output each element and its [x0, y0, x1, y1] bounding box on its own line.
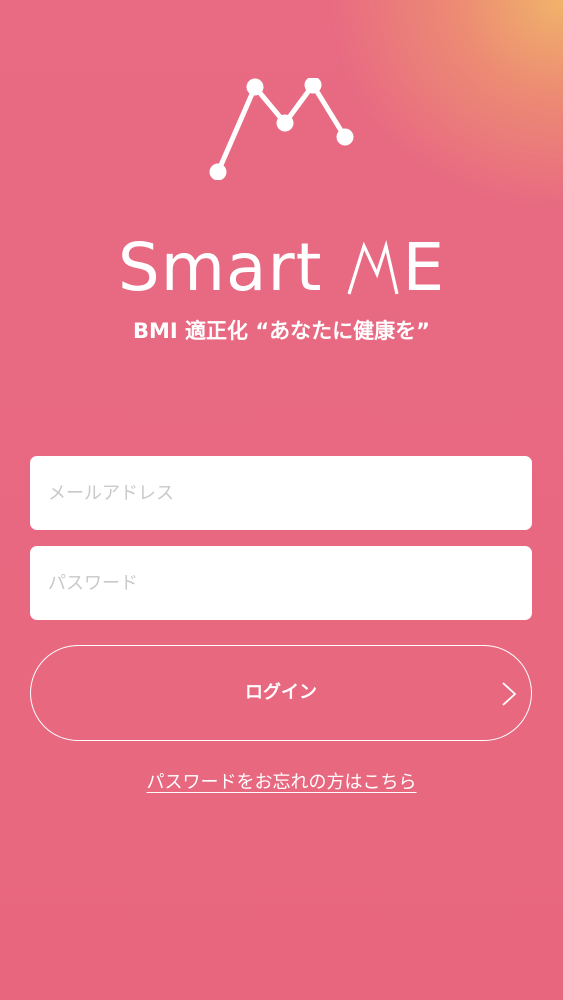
brand-m-glyph-icon	[347, 240, 400, 295]
graph-m-icon	[209, 78, 354, 180]
password-field[interactable]	[30, 546, 532, 620]
brand-name: Smart E	[0, 228, 563, 308]
password-field-container	[30, 546, 532, 620]
chevron-right-icon	[502, 682, 517, 706]
login-button[interactable]: ログイン	[30, 645, 532, 741]
brand-name-suffix: E	[402, 229, 446, 306]
forgot-password-container: パスワードをお忘れの方はこちら	[0, 768, 563, 798]
tagline: BMI 適正化 “あなたに健康を”	[133, 319, 430, 343]
forgot-password-link[interactable]: パスワードをお忘れの方はこちら	[147, 772, 417, 793]
email-field-container	[30, 456, 532, 530]
login-button-label: ログイン	[245, 682, 317, 703]
brand-name-prefix: Smart	[117, 229, 323, 306]
email-field[interactable]	[30, 456, 532, 530]
